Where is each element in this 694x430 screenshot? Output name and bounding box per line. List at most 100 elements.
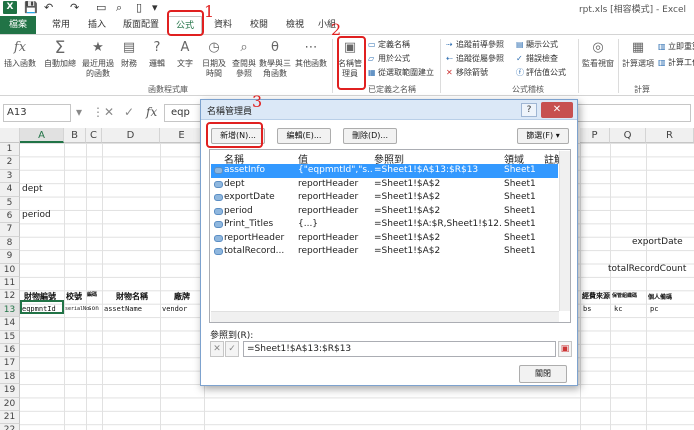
- name-row[interactable]: Print_Titles {...} =Sheet1!$A:$R,Sheet1!$1…: [211, 218, 558, 232]
- cell-e12[interactable]: 廠牌: [174, 291, 190, 302]
- remove-arrows-button[interactable]: ✕ 移除箭號: [446, 67, 488, 78]
- row-header[interactable]: 17: [0, 357, 20, 371]
- vertical-scrollbar[interactable]: [559, 151, 570, 311]
- financial-button[interactable]: ▤ 財務: [116, 39, 142, 69]
- cell-c13[interactable]: son: [88, 305, 99, 312]
- recent-functions-button[interactable]: ★ 最近用過的函數: [80, 39, 116, 79]
- watch-window-button[interactable]: ◎ 監看視窗: [580, 39, 616, 69]
- row-header[interactable]: 5: [0, 196, 20, 210]
- cell-q13[interactable]: kc: [614, 305, 622, 313]
- horizontal-scrollbar[interactable]: [211, 311, 559, 322]
- cell-a4[interactable]: dept: [22, 184, 43, 194]
- cell-b13[interactable]: serialNo: [65, 306, 89, 312]
- cell-a6[interactable]: period: [22, 210, 51, 220]
- row-header[interactable]: 20: [0, 397, 20, 411]
- calculate-sheet-button[interactable]: ▥計算工作表: [658, 57, 694, 68]
- row-header[interactable]: 11: [0, 277, 20, 291]
- filter-button[interactable]: 篩選(F) ▾: [517, 128, 569, 144]
- insert-function-button[interactable]: fx 插入函數: [2, 39, 38, 69]
- column-header-p[interactable]: P: [580, 128, 610, 143]
- name-row[interactable]: period reportHeader =Sheet1!$A$2 Sheet1: [211, 205, 558, 219]
- cancel-x-icon[interactable]: ✕: [210, 341, 224, 357]
- row-header[interactable]: 8: [0, 236, 20, 251]
- save-icon[interactable]: 💾: [24, 1, 38, 15]
- lookup-button[interactable]: ⌕ 查閱與參照: [230, 39, 258, 79]
- column-header-d[interactable]: D: [102, 128, 160, 143]
- column-header-q[interactable]: Q: [610, 128, 646, 143]
- row-header[interactable]: 4: [0, 183, 20, 197]
- cell-q10[interactable]: totalRecordCount: [608, 264, 686, 274]
- row-header[interactable]: 16: [0, 344, 20, 358]
- column-header-c[interactable]: C: [86, 128, 102, 143]
- row-header[interactable]: 21: [0, 411, 20, 425]
- more-functions-button[interactable]: ⋯ 其他函數: [294, 39, 328, 69]
- datetime-button[interactable]: ◷ 日期及時間: [200, 39, 228, 79]
- name-row[interactable]: totalRecord... reportHeader =Sheet1!$A$2 Sh…: [211, 245, 558, 259]
- collapse-dialog-icon[interactable]: ▣: [558, 341, 572, 357]
- row-header[interactable]: 2: [0, 156, 20, 170]
- error-checking-button[interactable]: ✓ 錯誤檢查: [516, 53, 558, 64]
- name-box-dropdown-icon[interactable]: ▾: [76, 105, 82, 119]
- column-header-r[interactable]: R: [646, 128, 694, 143]
- name-row[interactable]: exportDate reportHeader =Sheet1!$A$2 Sheet1: [211, 191, 558, 205]
- customize-qat-icon[interactable]: ▾: [152, 1, 158, 15]
- close-icon[interactable]: ✕: [541, 102, 573, 118]
- calculation-options-button[interactable]: ▦ 計算選項: [620, 39, 656, 69]
- row-header[interactable]: 9: [0, 250, 20, 264]
- cell-d12[interactable]: 財物名稱: [116, 291, 148, 302]
- cell-p13[interactable]: bs: [583, 305, 591, 313]
- tab-file[interactable]: 檔案: [0, 16, 36, 34]
- show-formulas-button[interactable]: ▤ 顯示公式: [516, 39, 558, 50]
- create-from-selection-button[interactable]: ▦ 從選取範圍建立: [368, 67, 434, 78]
- tab-view[interactable]: 檢視: [278, 16, 312, 34]
- trace-dependents-button[interactable]: ⇠ 追蹤從屬參照: [446, 53, 504, 64]
- column-header-b[interactable]: B: [64, 128, 86, 143]
- row-header[interactable]: 10: [0, 263, 20, 277]
- logical-button[interactable]: ? 邏輯: [144, 39, 170, 69]
- trace-precedents-button[interactable]: ⇢ 追蹤前導參照: [446, 39, 504, 50]
- column-header-e[interactable]: E: [160, 128, 204, 143]
- row-header[interactable]: 6: [0, 210, 20, 224]
- cell-p12[interactable]: 經費來源: [582, 291, 610, 301]
- print-icon[interactable]: ▭: [96, 1, 106, 15]
- name-row[interactable]: dept reportHeader =Sheet1!$A$2 Sheet1: [211, 178, 558, 192]
- close-dialog-button[interactable]: 關閉: [519, 365, 567, 383]
- refers-to-input[interactable]: =Sheet1!$A$13:$R$13: [243, 341, 556, 357]
- select-all-corner[interactable]: [0, 128, 20, 143]
- column-header-a[interactable]: A: [20, 128, 64, 143]
- evaluate-formula-button[interactable]: ⓕ 評估值公式: [516, 67, 566, 78]
- row-header[interactable]: 19: [0, 384, 20, 398]
- row-header[interactable]: 18: [0, 370, 20, 385]
- cell-c12[interactable]: 編碼: [87, 291, 97, 298]
- calculate-now-button[interactable]: ▥立即重算: [658, 41, 694, 52]
- tab-page-layout[interactable]: 版面配置: [116, 16, 166, 34]
- names-list[interactable]: 名稱 值 參照到 領域 註解 assetInfo {"eqpmntId","s..…: [209, 149, 571, 323]
- confirm-check-icon[interactable]: ✓: [225, 341, 239, 357]
- tab-insert[interactable]: 插入: [80, 16, 114, 34]
- name-row[interactable]: assetInfo {"eqpmntId","s... =Sheet1!$A$13:…: [211, 164, 558, 178]
- row-header[interactable]: 14: [0, 317, 20, 331]
- cell-b12[interactable]: 校號: [66, 291, 82, 302]
- edit-name-button[interactable]: 編輯(E)...: [277, 128, 331, 144]
- cell-r12[interactable]: 個人備碼: [648, 292, 672, 301]
- tab-review[interactable]: 校閱: [242, 16, 276, 34]
- row-header[interactable]: 12: [0, 290, 20, 304]
- define-name-button[interactable]: ▭ 定義名稱: [368, 39, 410, 50]
- autosum-button[interactable]: Σ 自動加總: [42, 39, 78, 69]
- cell-q12[interactable]: 保管組織碼: [612, 292, 637, 299]
- cancel-entry-icon[interactable]: ✕: [104, 105, 114, 119]
- row-header[interactable]: 15: [0, 330, 20, 344]
- preview-icon[interactable]: ⌕: [116, 1, 122, 15]
- text-button[interactable]: A 文字: [172, 39, 198, 69]
- new-file-icon[interactable]: ▯: [136, 1, 142, 15]
- cell-e13[interactable]: vendor: [162, 305, 187, 313]
- row-header[interactable]: 3: [0, 169, 20, 184]
- cell-d13[interactable]: assetName: [104, 305, 142, 313]
- cell-q8[interactable]: exportDate: [632, 237, 683, 247]
- name-row[interactable]: reportHeader reportHeader =Sheet1!$A$2 Shee…: [211, 232, 558, 246]
- row-header[interactable]: 22: [0, 424, 20, 430]
- help-button[interactable]: ?: [521, 103, 537, 117]
- row-header[interactable]: 7: [0, 223, 20, 237]
- math-button[interactable]: θ 數學與三角函數: [258, 39, 292, 79]
- row-header[interactable]: 13: [0, 303, 20, 318]
